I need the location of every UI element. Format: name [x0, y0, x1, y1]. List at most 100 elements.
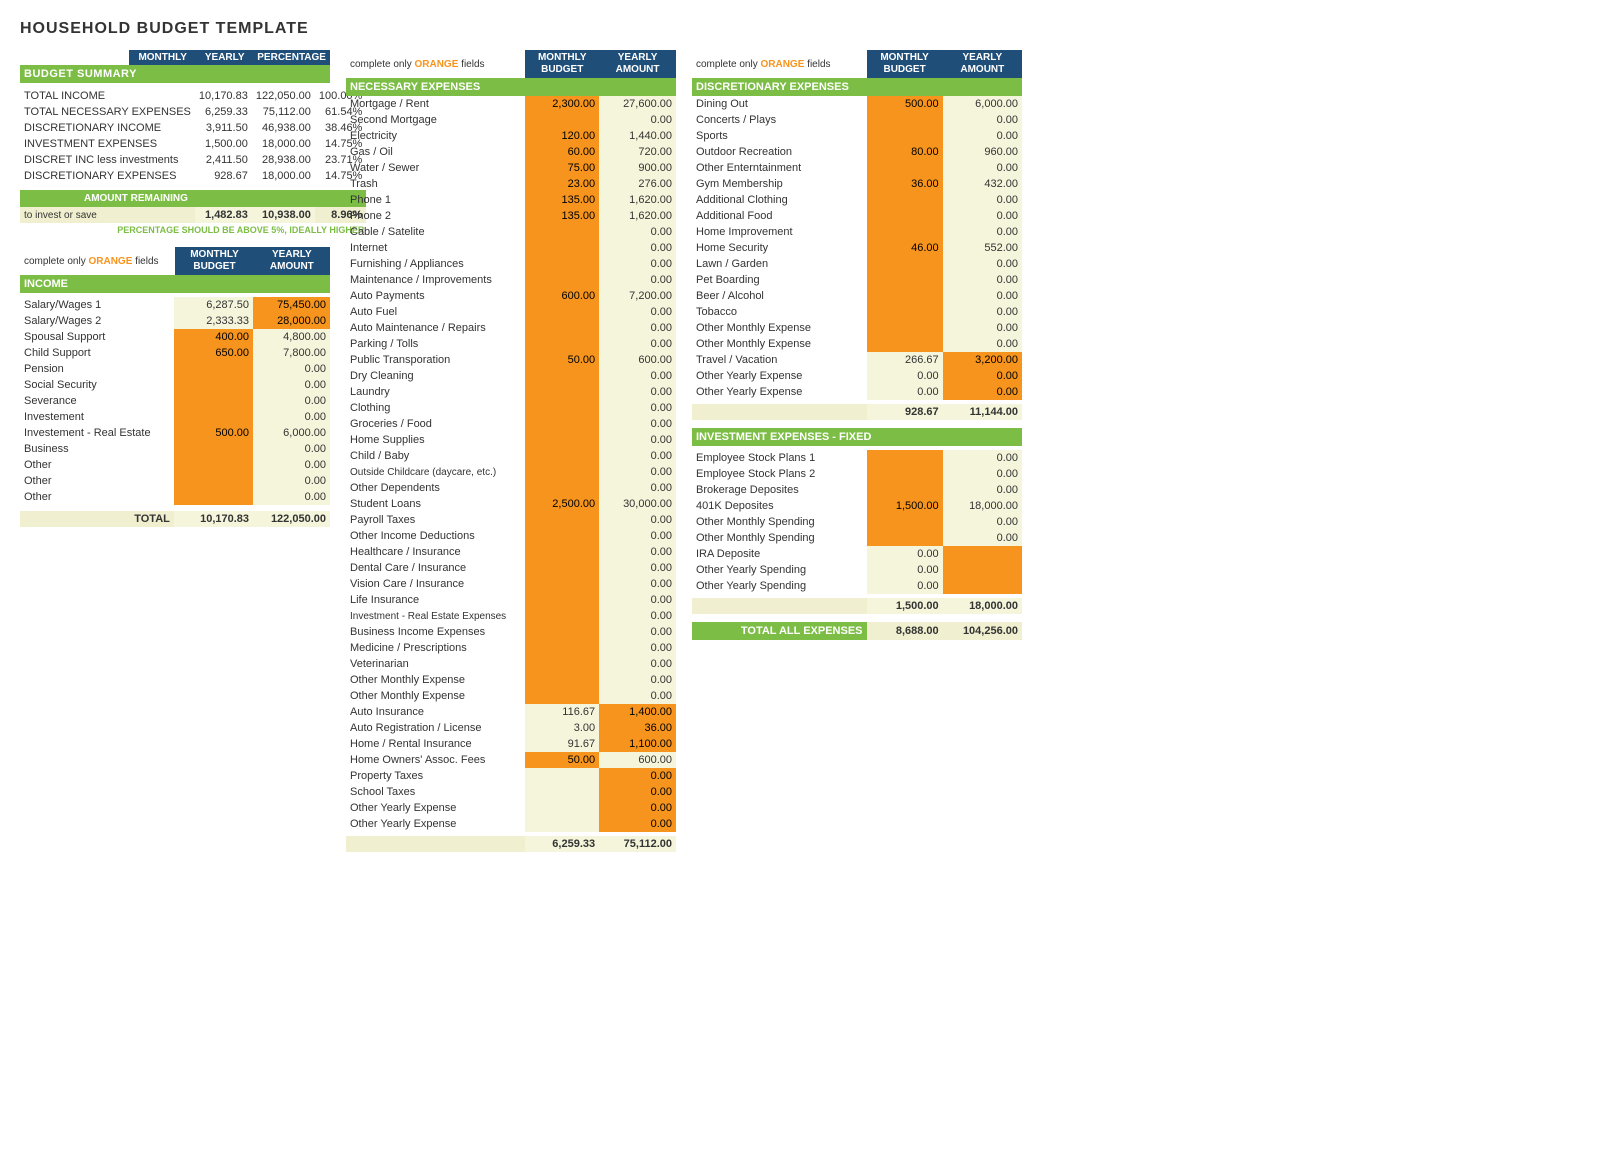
ne-row-label: Trash: [346, 176, 525, 192]
ne-row-monthly[interactable]: [525, 608, 599, 624]
disc-row-monthly[interactable]: 36.00: [867, 176, 943, 192]
ne-row-monthly[interactable]: [525, 544, 599, 560]
ne-row-monthly[interactable]: 60.00: [525, 144, 599, 160]
ne-row-yearly: 0.00: [599, 576, 676, 592]
ne-row-monthly[interactable]: [525, 240, 599, 256]
ne-row-yearly: 600.00: [599, 752, 676, 768]
disc-row-monthly[interactable]: [867, 128, 943, 144]
ne-row-monthly[interactable]: [525, 576, 599, 592]
invest-row-yearly: 18,000.00: [943, 498, 1022, 514]
ne-row-monthly[interactable]: [525, 224, 599, 240]
ne-row-monthly[interactable]: 120.00: [525, 128, 599, 144]
ne-row-monthly[interactable]: 2,300.00: [525, 96, 599, 112]
ne-row-monthly[interactable]: [525, 480, 599, 496]
disc-row-yearly: 0.00: [943, 208, 1022, 224]
ne-row-monthly[interactable]: [525, 256, 599, 272]
ne-row-yearly[interactable]: 0.00: [599, 768, 676, 784]
invest-row-monthly[interactable]: [867, 514, 943, 530]
ne-row-monthly[interactable]: [525, 432, 599, 448]
invest-row-monthly[interactable]: 1,500.00: [867, 498, 943, 514]
invest-row-monthly[interactable]: [867, 530, 943, 546]
ne-row-monthly[interactable]: 600.00: [525, 288, 599, 304]
ne-row-monthly[interactable]: [525, 336, 599, 352]
ne-total-label: [346, 836, 525, 852]
invest-row-monthly[interactable]: [867, 482, 943, 498]
disc-row-monthly[interactable]: [867, 160, 943, 176]
ne-row-monthly[interactable]: [525, 640, 599, 656]
income-row-label: Business: [20, 441, 174, 457]
ne-row-monthly[interactable]: [525, 672, 599, 688]
ne-row-yearly[interactable]: 1,100.00: [599, 736, 676, 752]
income-yearly-col-header: YEARLYAMOUNT: [254, 247, 330, 275]
disc-row-monthly[interactable]: [867, 224, 943, 240]
ne-row-yearly: 0.00: [599, 272, 676, 288]
ne-row-monthly[interactable]: [525, 464, 599, 480]
ne-row-yearly: 0.00: [599, 336, 676, 352]
disc-row-monthly[interactable]: [867, 336, 943, 352]
ne-row-yearly[interactable]: 0.00: [599, 816, 676, 832]
ne-row-label: Dental Care / Insurance: [346, 560, 525, 576]
ne-row-monthly[interactable]: [525, 528, 599, 544]
invest-row-yearly[interactable]: [943, 546, 1022, 562]
disc-row-yearly[interactable]: 3,200.00: [943, 352, 1022, 368]
income-inv-monthly: [174, 409, 253, 425]
disc-row-monthly[interactable]: [867, 256, 943, 272]
invest-row-yearly[interactable]: [943, 578, 1022, 594]
income-sw1-monthly: 6,287.50: [174, 297, 253, 313]
ne-row-monthly[interactable]: [525, 304, 599, 320]
ne-row-monthly[interactable]: [525, 320, 599, 336]
disc-row-yearly[interactable]: 0.00: [943, 384, 1022, 400]
disc-row-monthly[interactable]: 46.00: [867, 240, 943, 256]
ne-row-monthly[interactable]: [525, 512, 599, 528]
ne-row-yearly[interactable]: 36.00: [599, 720, 676, 736]
invest-row-yearly[interactable]: [943, 562, 1022, 578]
ne-row-yearly: 0.00: [599, 544, 676, 560]
ne-row-monthly[interactable]: [525, 384, 599, 400]
income-oth3-yearly: 0.00: [253, 489, 330, 505]
ne-row-monthly[interactable]: [525, 368, 599, 384]
ne-row-yearly[interactable]: 0.00: [599, 784, 676, 800]
ne-row-monthly[interactable]: [525, 400, 599, 416]
income-oth3-monthly: [174, 489, 253, 505]
ne-row-label: Internet: [346, 240, 525, 256]
ne-row-monthly[interactable]: [525, 688, 599, 704]
ne-row-monthly[interactable]: 135.00: [525, 208, 599, 224]
income-pension-yearly: 0.00: [253, 361, 330, 377]
ne-row-monthly[interactable]: [525, 656, 599, 672]
ne-row-monthly[interactable]: [525, 624, 599, 640]
disc-row-monthly[interactable]: [867, 320, 943, 336]
ne-row-monthly[interactable]: 50.00: [525, 752, 599, 768]
disc-row-monthly[interactable]: [867, 112, 943, 128]
disc-row-monthly[interactable]: [867, 208, 943, 224]
disc-row-yearly[interactable]: 0.00: [943, 368, 1022, 384]
ne-row-monthly[interactable]: 75.00: [525, 160, 599, 176]
disc-row-monthly[interactable]: [867, 192, 943, 208]
summary-di-yearly: 46,938.00: [252, 120, 315, 136]
ne-row-yearly[interactable]: 1,400.00: [599, 704, 676, 720]
invest-row-monthly[interactable]: [867, 450, 943, 466]
ne-row-label: Phone 1: [346, 192, 525, 208]
ne-row-label: Laundry: [346, 384, 525, 400]
disc-row-monthly[interactable]: 80.00: [867, 144, 943, 160]
ne-row-yearly: 0.00: [599, 592, 676, 608]
income-sw2-yearly: 28,000.00: [253, 313, 330, 329]
ne-row-monthly[interactable]: [525, 448, 599, 464]
disc-row-monthly[interactable]: [867, 272, 943, 288]
ne-row-monthly[interactable]: [525, 592, 599, 608]
disc-row-yearly: 0.00: [943, 112, 1022, 128]
ne-row-monthly[interactable]: [525, 560, 599, 576]
disc-row-monthly[interactable]: 500.00: [867, 96, 943, 112]
ne-row-monthly[interactable]: 50.00: [525, 352, 599, 368]
ne-row-monthly[interactable]: 2,500.00: [525, 496, 599, 512]
ne-row-monthly[interactable]: [525, 272, 599, 288]
summary-table: TOTAL INCOME 10,170.83 122,050.00 100.00…: [20, 88, 366, 237]
ne-row-yearly[interactable]: 0.00: [599, 800, 676, 816]
ne-row-monthly[interactable]: [525, 416, 599, 432]
disc-row-monthly[interactable]: [867, 288, 943, 304]
income-row-label: Social Security: [20, 377, 174, 393]
ne-row-monthly[interactable]: [525, 112, 599, 128]
ne-row-monthly[interactable]: 23.00: [525, 176, 599, 192]
invest-row-monthly[interactable]: [867, 466, 943, 482]
ne-row-monthly[interactable]: 135.00: [525, 192, 599, 208]
disc-row-monthly[interactable]: [867, 304, 943, 320]
